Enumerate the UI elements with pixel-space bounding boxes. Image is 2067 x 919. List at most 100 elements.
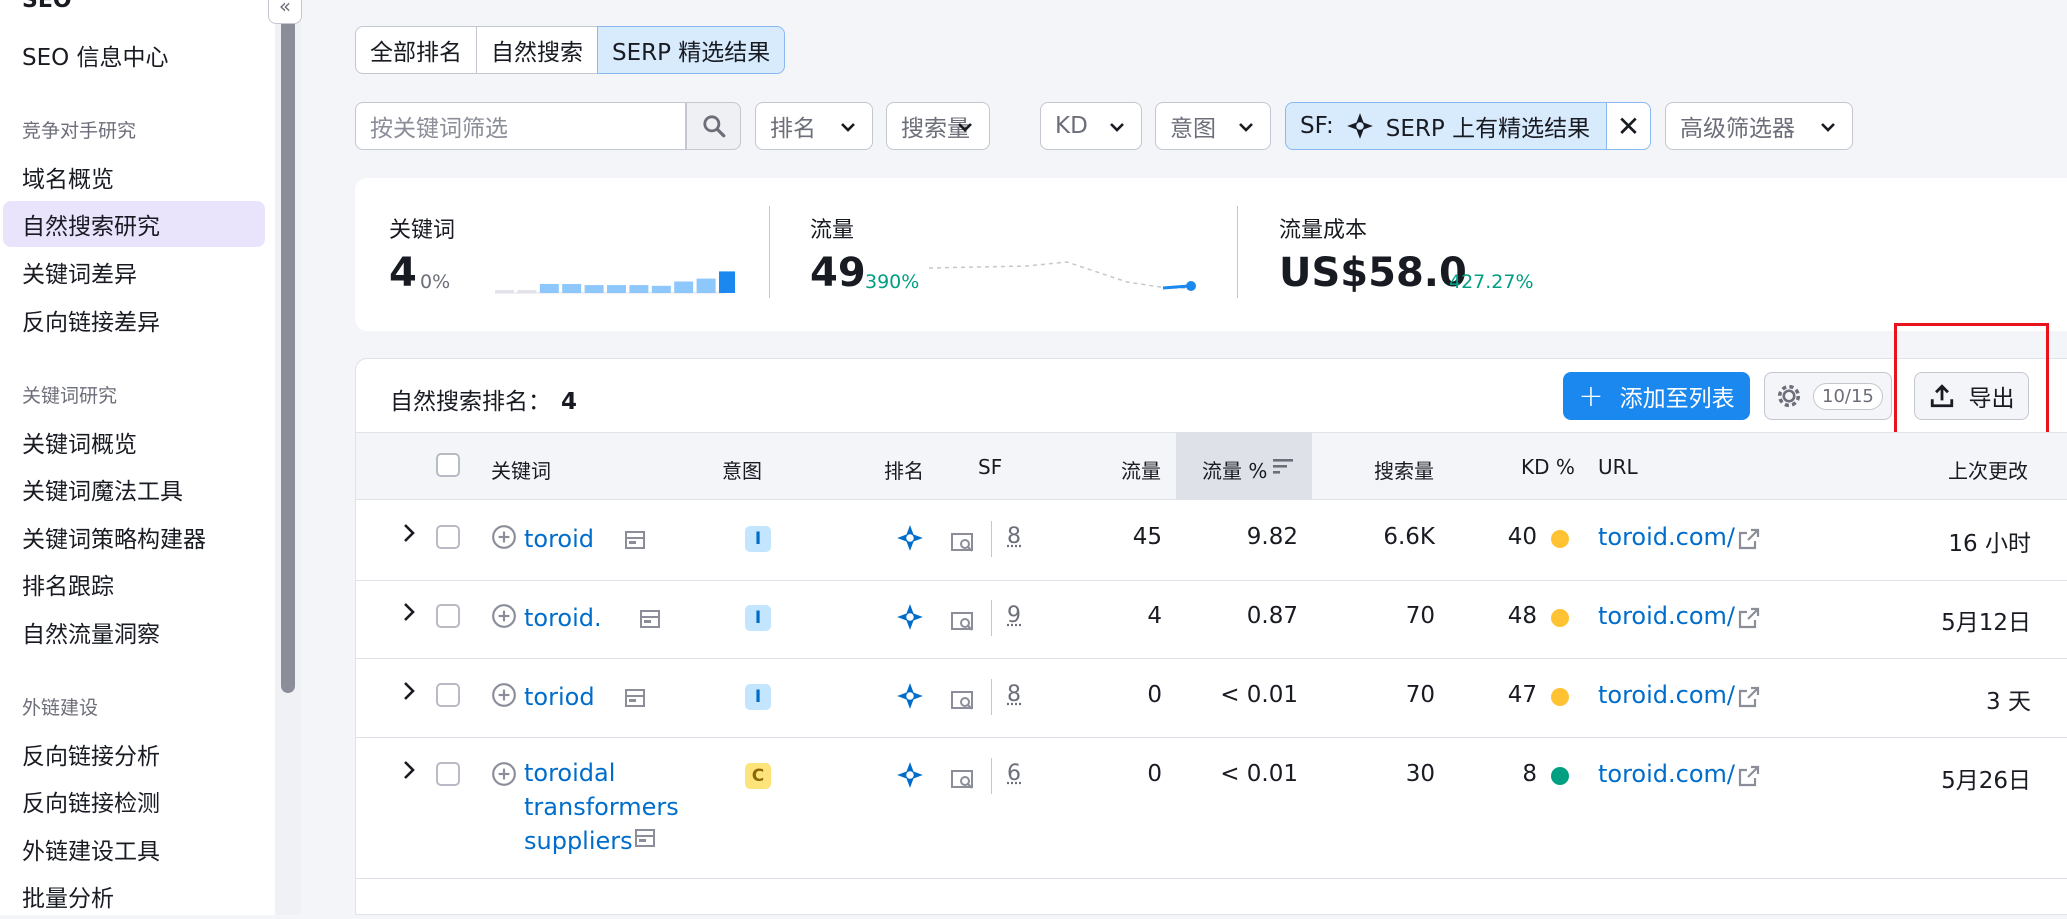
sf-count[interactable]: 9 bbox=[1007, 603, 1021, 628]
sidebar-item-keyword-strategy-builder[interactable]: 关键词策略构建器 bbox=[0, 514, 265, 560]
header-traffic[interactable]: 流量 bbox=[1121, 455, 1161, 484]
sidebar-item-organic-traffic-insights[interactable]: 自然流量洞察 bbox=[0, 609, 265, 655]
intent-badge[interactable]: I bbox=[745, 605, 771, 631]
serp-snapshot-icon[interactable] bbox=[950, 688, 976, 716]
sf-count[interactable]: 8 bbox=[1007, 524, 1021, 549]
intent-badge[interactable]: I bbox=[745, 684, 771, 710]
cached-page-icon[interactable] bbox=[624, 688, 646, 712]
row-checkbox[interactable] bbox=[436, 683, 460, 707]
expand-row-button[interactable] bbox=[400, 680, 418, 708]
expand-row-button[interactable] bbox=[400, 601, 418, 629]
sf-count[interactable]: 6 bbox=[1007, 761, 1021, 786]
intent-badge[interactable]: C bbox=[745, 763, 771, 789]
manage-columns-button[interactable]: 10/15 bbox=[1764, 372, 1892, 420]
ranking-url-link[interactable]: toroid.com/ bbox=[1598, 602, 1735, 630]
featured-snippet-icon[interactable] bbox=[896, 603, 924, 635]
external-link-icon[interactable] bbox=[1737, 606, 1761, 634]
header-keyword[interactable]: 关键词 bbox=[491, 455, 551, 484]
advanced-filters-dropdown[interactable]: 高级筛选器 bbox=[1665, 102, 1853, 150]
keywords-metric-value: 4 bbox=[389, 250, 417, 296]
search-button[interactable] bbox=[686, 102, 741, 150]
tab-all-positions[interactable]: 全部排名 bbox=[355, 26, 477, 74]
external-link-icon[interactable] bbox=[1737, 764, 1761, 792]
header-sf[interactable]: SF bbox=[978, 455, 1002, 479]
sidebar-item-seo-dashboard[interactable]: SEO 信息中心 bbox=[0, 32, 265, 78]
volume-value: 30 bbox=[1340, 761, 1435, 787]
remove-sf-filter-button[interactable]: ✕ bbox=[1606, 102, 1651, 150]
cached-page-icon[interactable] bbox=[634, 828, 656, 852]
keyword-link[interactable]: toriod bbox=[524, 680, 595, 714]
sidebar-item-bulk-analysis[interactable]: 批量分析 bbox=[0, 873, 265, 919]
add-keyword-plus-icon[interactable] bbox=[491, 524, 517, 554]
add-keyword-plus-icon[interactable] bbox=[491, 761, 517, 791]
expand-row-button[interactable] bbox=[400, 522, 418, 550]
add-to-list-button[interactable]: + 添加至列表 bbox=[1563, 372, 1750, 420]
last-update-value: 3 天 bbox=[1911, 682, 2031, 716]
sidebar-item-link-building-tool[interactable]: 外链建设工具 bbox=[0, 826, 265, 872]
sidebar-item-keyword-gap[interactable]: 关键词差异 bbox=[0, 249, 265, 295]
sidebar-item-backlink-audit[interactable]: 反向链接检测 bbox=[0, 778, 265, 824]
expand-row-button[interactable] bbox=[400, 759, 418, 787]
serp-snapshot-icon[interactable] bbox=[950, 609, 976, 637]
featured-snippet-icon[interactable] bbox=[896, 761, 924, 793]
keyword-filter-input[interactable]: 按关键词筛选 bbox=[355, 102, 686, 150]
search-icon bbox=[701, 113, 727, 139]
cached-page-icon[interactable] bbox=[639, 609, 661, 633]
sidebar-item-backlink-analytics[interactable]: 反向链接分析 bbox=[0, 731, 265, 777]
kd-value: 48 bbox=[1500, 603, 1537, 629]
sidebar-item-keyword-overview[interactable]: 关键词概览 bbox=[0, 419, 265, 465]
advanced-filters-label: 高级筛选器 bbox=[1680, 109, 1795, 143]
sidebar-item-position-tracking[interactable]: 排名跟踪 bbox=[0, 561, 265, 607]
sidebar-scrollbar-thumb[interactable] bbox=[281, 18, 295, 693]
featured-snippet-icon[interactable] bbox=[896, 524, 924, 556]
external-link-icon[interactable] bbox=[1737, 685, 1761, 713]
ranking-url-link[interactable]: toroid.com/ bbox=[1598, 760, 1735, 788]
ranking-url-link[interactable]: toroid.com/ bbox=[1598, 523, 1735, 551]
serp-snapshot-icon[interactable] bbox=[950, 530, 976, 558]
row-checkbox[interactable] bbox=[436, 762, 460, 786]
kd-value: 47 bbox=[1500, 682, 1537, 708]
header-intent[interactable]: 意图 bbox=[722, 455, 762, 484]
sidebar-item-organic-research[interactable]: 自然搜索研究 bbox=[3, 201, 265, 247]
rank-filter-dropdown[interactable]: 排名 bbox=[755, 102, 873, 150]
traffic-trend-sparkline bbox=[927, 260, 1207, 300]
header-url[interactable]: URL bbox=[1598, 455, 1638, 479]
collapse-sidebar-button[interactable]: « bbox=[268, 0, 302, 24]
tab-serp-features[interactable]: SERP 精选结果 bbox=[597, 26, 785, 74]
traffic-percent-value: 9.82 bbox=[1200, 524, 1298, 550]
featured-snippet-icon[interactable] bbox=[896, 682, 924, 714]
header-rank[interactable]: 排名 bbox=[884, 455, 924, 484]
chevron-down-icon bbox=[1818, 117, 1838, 137]
sf-count[interactable]: 8 bbox=[1007, 682, 1021, 707]
serp-snapshot-icon[interactable] bbox=[950, 767, 976, 795]
intent-badge[interactable]: I bbox=[745, 526, 771, 552]
row-checkbox[interactable] bbox=[436, 525, 460, 549]
add-keyword-plus-icon[interactable] bbox=[491, 682, 517, 712]
ranking-url-link[interactable]: toroid.com/ bbox=[1598, 681, 1735, 709]
select-all-checkbox[interactable] bbox=[436, 453, 460, 477]
kd-difficulty-dot bbox=[1551, 530, 1569, 548]
sidebar-item-keyword-magic-tool[interactable]: 关键词魔法工具 bbox=[0, 466, 265, 512]
header-last-update[interactable]: 上次更改 bbox=[1948, 455, 2028, 484]
sidebar-item-backlink-gap[interactable]: 反向链接差异 bbox=[0, 297, 265, 343]
external-link-icon[interactable] bbox=[1737, 527, 1761, 555]
sort-descending-icon[interactable] bbox=[1272, 456, 1294, 476]
sidebar-item-domain-overview[interactable]: 域名概览 bbox=[0, 154, 265, 200]
header-volume[interactable]: 搜索量 bbox=[1374, 455, 1434, 484]
cached-page-icon[interactable] bbox=[624, 530, 646, 554]
add-keyword-plus-icon[interactable] bbox=[491, 603, 517, 633]
sidebar-section-seo: SEO bbox=[22, 0, 72, 13]
header-kd[interactable]: KD % bbox=[1521, 455, 1575, 479]
keyword-link[interactable]: toroid. bbox=[524, 601, 602, 635]
tab-organic[interactable]: 自然搜索 bbox=[476, 26, 598, 74]
keyword-link[interactable]: toroid bbox=[524, 522, 594, 556]
intent-filter-dropdown[interactable]: 意图 bbox=[1155, 102, 1271, 150]
row-checkbox[interactable] bbox=[436, 604, 460, 628]
kd-filter-dropdown[interactable]: KD bbox=[1040, 102, 1142, 150]
volume-filter-dropdown[interactable]: 搜索量 bbox=[886, 102, 990, 150]
serp-feature-filter-chip[interactable]: SF: SERP 上有精选结果 bbox=[1285, 102, 1607, 150]
chevron-right-icon bbox=[400, 759, 418, 781]
traffic-metric-delta: 390% bbox=[865, 271, 919, 293]
trend-bar bbox=[607, 285, 626, 293]
header-traffic-percent[interactable]: 流量 % bbox=[1202, 455, 1267, 484]
